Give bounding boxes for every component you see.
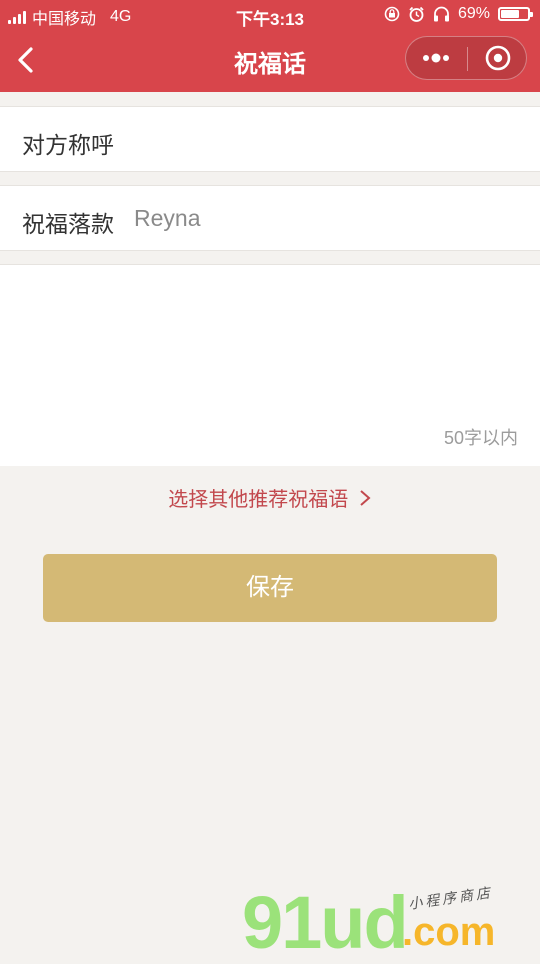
signature-value: Reyna — [134, 205, 201, 231]
watermark-com: .com — [402, 910, 496, 954]
other-greetings-link[interactable]: 选择其他推荐祝福语 — [0, 483, 540, 512]
save-button[interactable]: 保存 — [43, 554, 497, 622]
more-button[interactable] — [406, 37, 466, 79]
recipient-field[interactable]: 对方称呼 — [0, 106, 540, 172]
battery-icon — [498, 7, 533, 21]
target-circle-icon — [485, 45, 511, 71]
battery-fill — [501, 10, 519, 18]
message-length-hint: 50字以内 — [443, 428, 518, 448]
recipient-label: 对方称呼 — [22, 132, 114, 158]
battery-percent: 69% — [457, 5, 490, 22]
headphones-icon — [433, 6, 449, 22]
more-dots-icon — [423, 53, 449, 63]
other-greetings-label: 选择其他推荐祝福语 — [168, 489, 349, 511]
close-miniprogram-button[interactable] — [468, 37, 528, 79]
orientation-lock-icon — [384, 6, 400, 22]
mini-program-capsule — [405, 36, 527, 80]
status-right: 69% — [384, 5, 533, 23]
message-textarea[interactable]: 50字以内 — [0, 264, 540, 466]
nav-bar: 祝福话 — [0, 30, 540, 92]
signature-label: 祝福落款 — [22, 211, 114, 237]
watermark-main: 91ud — [242, 881, 409, 964]
alarm-icon — [409, 6, 424, 22]
chevron-right-icon — [360, 490, 371, 506]
signature-field[interactable]: 祝福落款 Reyna — [0, 185, 540, 251]
watermark-logo: 91ud .com 小程序商店 — [242, 881, 532, 964]
status-bar: 中国移动 4G 下午3:13 69% — [0, 0, 540, 30]
